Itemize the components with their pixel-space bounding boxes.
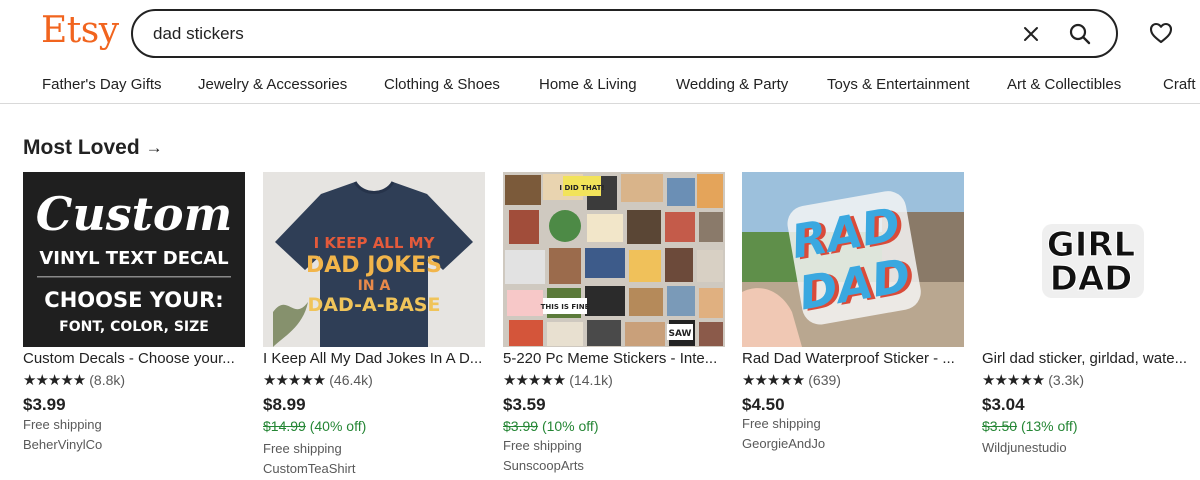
product-rating: ★★★★★ (639) bbox=[742, 371, 841, 389]
category-toys-entertainment[interactable]: Toys & Entertainment bbox=[827, 76, 970, 93]
svg-text:DAD JOKES: DAD JOKES bbox=[306, 253, 442, 278]
star-icon: ★★★★★ bbox=[23, 372, 86, 389]
product-image[interactable]: Custom VINYL TEXT DECAL CHOOSE YOUR: FON… bbox=[23, 172, 245, 347]
discount-label: (10% off) bbox=[541, 418, 599, 434]
shop-name[interactable]: CustomTeaShirt bbox=[263, 461, 355, 476]
product-title[interactable]: Girl dad sticker, girldad, wate... bbox=[982, 350, 1200, 367]
dad-jokes-shirt-image-art: I KEEP ALL MY DAD JOKES IN A DAD-A-BASE bbox=[263, 172, 485, 347]
review-count: (639) bbox=[808, 372, 841, 388]
clear-search-button[interactable] bbox=[1018, 21, 1044, 47]
shipping-label: Free shipping bbox=[742, 416, 821, 431]
shipping-label: Free shipping bbox=[23, 417, 102, 432]
custom-decal-image-art: Custom VINYL TEXT DECAL CHOOSE YOUR: FON… bbox=[23, 172, 245, 347]
svg-text:I KEEP ALL MY: I KEEP ALL MY bbox=[314, 234, 436, 252]
close-icon bbox=[1024, 27, 1038, 41]
strikethrough-price: $3.50 bbox=[982, 418, 1018, 434]
category-craft[interactable]: Craft bbox=[1163, 76, 1196, 93]
discount-label: (40% off) bbox=[309, 418, 367, 434]
product-image[interactable]: GIRL DAD bbox=[982, 172, 1200, 347]
svg-text:IN A: IN A bbox=[358, 278, 391, 294]
svg-text:CHOOSE YOUR:: CHOOSE YOUR: bbox=[44, 288, 223, 312]
svg-text:I DID THAT!: I DID THAT! bbox=[559, 184, 604, 192]
product-price: $4.50 bbox=[742, 395, 785, 414]
svg-text:DAD: DAD bbox=[1050, 259, 1133, 299]
product-rating: ★★★★★ (14.1k) bbox=[503, 371, 613, 389]
girl-dad-sticker-image-art: GIRL DAD bbox=[982, 172, 1200, 347]
svg-text:THIS IS FINE: THIS IS FINE bbox=[541, 303, 590, 311]
star-icon: ★★★★★ bbox=[982, 372, 1045, 389]
strikethrough-price: $3.99 bbox=[503, 418, 539, 434]
shipping-label: Free shipping bbox=[503, 438, 582, 453]
category-fathers-day-gifts[interactable]: Father's Day Gifts bbox=[42, 76, 162, 93]
product-title[interactable]: 5-220 Pc Meme Stickers - Inte... bbox=[503, 350, 725, 367]
product-rating: ★★★★★ (46.4k) bbox=[263, 371, 373, 389]
shop-name[interactable]: GeorgieAndJo bbox=[742, 436, 825, 451]
search-icon bbox=[1069, 23, 1091, 45]
category-nav: Father's Day Gifts Jewelry & Accessories… bbox=[0, 72, 1200, 104]
star-icon: ★★★★★ bbox=[263, 372, 326, 389]
rad-dad-sticker-image-art: RAD RAD DAD DAD bbox=[742, 172, 964, 347]
original-price: $3.99 (10% off) bbox=[503, 418, 598, 434]
category-art-collectibles[interactable]: Art & Collectibles bbox=[1007, 76, 1121, 93]
category-clothing-shoes[interactable]: Clothing & Shoes bbox=[384, 76, 500, 93]
svg-text:Custom: Custom bbox=[36, 187, 233, 241]
review-count: (3.3k) bbox=[1048, 372, 1085, 388]
product-title[interactable]: Rad Dad Waterproof Sticker - ... bbox=[742, 350, 964, 367]
product-rating: ★★★★★ (3.3k) bbox=[982, 371, 1084, 389]
category-wedding-party[interactable]: Wedding & Party bbox=[676, 76, 788, 93]
svg-text:SAW: SAW bbox=[669, 329, 692, 339]
shipping-label: Free shipping bbox=[263, 441, 342, 456]
product-price: $3.59 bbox=[503, 395, 546, 414]
shop-name[interactable]: Wildjunestudio bbox=[982, 440, 1067, 455]
search-input[interactable] bbox=[153, 23, 973, 45]
svg-text:VINYL TEXT DECAL: VINYL TEXT DECAL bbox=[39, 248, 228, 269]
product-price: $3.99 bbox=[23, 395, 66, 414]
category-home-living[interactable]: Home & Living bbox=[539, 76, 637, 93]
product-image[interactable]: RAD RAD DAD DAD bbox=[742, 172, 964, 347]
meme-stickers-image-art: I DID THAT! THIS IS FINE SAW bbox=[503, 172, 725, 347]
svg-text:FONT, COLOR, SIZE: FONT, COLOR, SIZE bbox=[59, 319, 209, 335]
header: Etsy bbox=[0, 0, 1200, 68]
shop-name[interactable]: BeherVinylCo bbox=[23, 437, 102, 452]
svg-text:DAD-A-BASE: DAD-A-BASE bbox=[308, 294, 441, 316]
star-icon: ★★★★★ bbox=[503, 372, 566, 389]
review-count: (8.8k) bbox=[89, 372, 126, 388]
original-price: $3.50 (13% off) bbox=[982, 418, 1077, 434]
star-icon: ★★★★★ bbox=[742, 372, 805, 389]
product-price: $8.99 bbox=[263, 395, 306, 414]
heart-icon bbox=[1149, 22, 1173, 44]
product-title[interactable]: Custom Decals - Choose your... bbox=[23, 350, 245, 367]
review-count: (46.4k) bbox=[329, 372, 373, 388]
category-jewelry-accessories[interactable]: Jewelry & Accessories bbox=[198, 76, 347, 93]
discount-label: (13% off) bbox=[1020, 418, 1078, 434]
product-image[interactable]: I DID THAT! THIS IS FINE SAW bbox=[503, 172, 725, 347]
product-title[interactable]: I Keep All My Dad Jokes In A D... bbox=[263, 350, 485, 367]
section-title-text: Most Loved bbox=[23, 136, 140, 159]
strikethrough-price: $14.99 bbox=[263, 418, 306, 434]
original-price: $14.99 (40% off) bbox=[263, 418, 366, 434]
arrow-right-icon: → bbox=[145, 138, 163, 157]
favorites-button[interactable] bbox=[1148, 20, 1174, 46]
etsy-logo[interactable]: Etsy bbox=[41, 10, 119, 51]
search-bar bbox=[131, 9, 1118, 58]
section-title-link[interactable]: Most Loved → bbox=[23, 136, 163, 160]
product-price: $3.04 bbox=[982, 395, 1025, 414]
review-count: (14.1k) bbox=[569, 372, 613, 388]
search-button[interactable] bbox=[1066, 20, 1094, 48]
product-image[interactable]: I KEEP ALL MY DAD JOKES IN A DAD-A-BASE bbox=[263, 172, 485, 347]
shop-name[interactable]: SunscoopArts bbox=[503, 458, 584, 473]
product-rating: ★★★★★ (8.8k) bbox=[23, 371, 125, 389]
